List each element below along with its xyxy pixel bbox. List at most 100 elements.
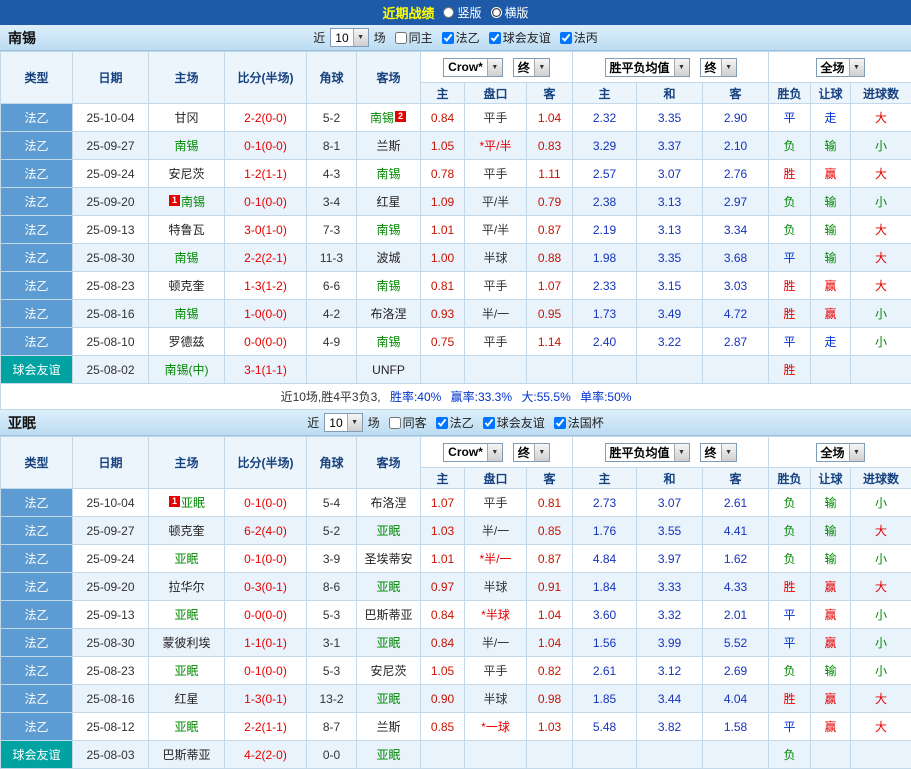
corners-cell: 4-2	[307, 300, 357, 328]
scope-select[interactable]: 全场 ▼	[816, 443, 865, 462]
handicap-cell: 平手	[465, 489, 527, 517]
goals-cell: 小	[851, 629, 911, 657]
avg-draw-cell: 3.99	[637, 629, 703, 657]
league-type-cell: 法乙	[1, 132, 73, 160]
handicap-result-cell: 输	[811, 188, 851, 216]
handicap-result-cell: 赢	[811, 573, 851, 601]
avg-time-select[interactable]: 终 ▼	[700, 443, 737, 462]
home-odds-cell: 1.05	[421, 132, 465, 160]
corners-cell: 5-3	[307, 601, 357, 629]
home-team-name: 红星	[174, 692, 198, 706]
odds-time-select[interactable]: 终 ▼	[513, 443, 550, 462]
filter-same-venue[interactable]: 同客	[389, 414, 427, 431]
score-cell: 0-3(0-1)	[225, 573, 307, 601]
away-odds-cell	[527, 741, 573, 769]
home-team-cell: 1亚眠	[149, 489, 225, 517]
avg-odds-select[interactable]: 胜平负均值 ▼	[605, 58, 690, 77]
over-rate: 大:55.5%	[521, 390, 570, 404]
home-team-cell: 亚眠	[149, 545, 225, 573]
avg-home-cell: 1.98	[573, 244, 637, 272]
avg-away-cell: 4.33	[703, 573, 769, 601]
layout-radio-horizontal[interactable]: 横版	[491, 4, 529, 21]
odds-source-select[interactable]: Crow* ▼	[443, 58, 503, 77]
national3-checkbox[interactable]	[560, 32, 572, 44]
near-label: 近	[313, 29, 325, 46]
ligue2-checkbox[interactable]	[436, 417, 448, 429]
filter-club-friendly[interactable]: 球会友谊	[483, 414, 545, 431]
match-count-select[interactable]: 10 ▼	[324, 413, 362, 432]
odds-time-select[interactable]: 终 ▼	[513, 58, 550, 77]
avg-time-select[interactable]: 终 ▼	[700, 58, 737, 77]
horizontal-radio-input[interactable]	[491, 7, 502, 18]
filter-club-friendly[interactable]: 球会友谊	[489, 29, 551, 46]
score-cell: 1-3(0-1)	[225, 685, 307, 713]
match-row: 法乙25-09-13亚眠0-0(0-0)5-3巴斯蒂亚0.84*半球1.043.…	[1, 601, 911, 629]
corners-cell: 8-6	[307, 573, 357, 601]
avg-odds-select[interactable]: 胜平负均值 ▼	[605, 443, 690, 462]
red-card-badge: 2	[395, 111, 406, 122]
home-odds-cell: 0.84	[421, 104, 465, 132]
filter-ligue2[interactable]: 法乙	[436, 414, 474, 431]
col-header-avg-away: 客	[703, 83, 769, 104]
near-label: 近	[307, 414, 319, 431]
corners-cell: 4-3	[307, 160, 357, 188]
club-friendly-checkbox[interactable]	[489, 32, 501, 44]
col-header-avg-away: 客	[703, 468, 769, 489]
away-team-name: 布洛涅	[370, 496, 406, 510]
page-title: 近期战绩	[382, 3, 434, 22]
team-name: 南锡	[8, 28, 36, 48]
col-header-date: 日期	[73, 437, 149, 489]
goals-cell	[851, 356, 911, 384]
layout-radio-vertical[interactable]: 竖版	[443, 4, 481, 21]
filter-ligue2[interactable]: 法乙	[442, 29, 480, 46]
league-type-cell: 法乙	[1, 601, 73, 629]
score-cell: 6-2(4-0)	[225, 517, 307, 545]
win-rate: 胜率:40%	[390, 390, 441, 404]
home-team-cell: 顿克奎	[149, 517, 225, 545]
away-team-name: 亚眠	[376, 580, 400, 594]
club-friendly-checkbox[interactable]	[483, 417, 495, 429]
scope-select[interactable]: 全场 ▼	[816, 58, 865, 77]
filter-national3[interactable]: 法丙	[560, 29, 598, 46]
result-cell: 胜	[769, 573, 811, 601]
chevron-down-icon: ▼	[487, 59, 502, 76]
result-cell: 胜	[769, 272, 811, 300]
same-venue-checkbox[interactable]	[395, 32, 407, 44]
handicap-cell: *半球	[465, 601, 527, 629]
match-row: 球会友谊25-08-03巴斯蒂亚4-2(2-0)0-0亚眠负	[1, 741, 911, 769]
handicap-cell: 平手	[465, 160, 527, 188]
score-cell: 1-1(0-1)	[225, 629, 307, 657]
home-team-name: 亚眠	[174, 552, 198, 566]
chevron-down-icon: ▼	[849, 59, 864, 76]
avg-away-cell: 2.69	[703, 657, 769, 685]
avg-away-cell: 4.04	[703, 685, 769, 713]
french-cup-checkbox[interactable]	[554, 417, 566, 429]
match-date-cell: 25-09-24	[73, 545, 149, 573]
home-team-name: 亚眠	[174, 608, 198, 622]
away-odds-cell: 1.04	[527, 629, 573, 657]
same-venue-checkbox[interactable]	[389, 417, 401, 429]
home-team-name: 南锡	[174, 251, 198, 265]
away-team-cell: 亚眠	[357, 741, 421, 769]
filter-same-venue[interactable]: 同主	[395, 29, 433, 46]
odds-source-select[interactable]: Crow* ▼	[443, 443, 503, 462]
result-cell: 负	[769, 517, 811, 545]
away-team-name: 南锡	[376, 279, 400, 293]
vertical-radio-input[interactable]	[443, 7, 454, 18]
ligue2-checkbox[interactable]	[442, 32, 454, 44]
away-team-name: 亚眠	[376, 692, 400, 706]
league-type-cell: 法乙	[1, 328, 73, 356]
goals-cell: 大	[851, 160, 911, 188]
away-team-name: 安尼茨	[370, 664, 406, 678]
home-odds-cell: 0.78	[421, 160, 465, 188]
goals-cell: 小	[851, 489, 911, 517]
avg-draw-cell: 3.35	[637, 104, 703, 132]
away-team-name: 圣埃蒂安	[364, 552, 412, 566]
handicap-win-rate: 赢率:33.3%	[451, 390, 512, 404]
filter-french-cup[interactable]: 法国杯	[554, 414, 604, 431]
league-type-cell: 球会友谊	[1, 741, 73, 769]
match-count-select[interactable]: 10 ▼	[330, 28, 368, 47]
checkbox-label: 法国杯	[568, 414, 604, 431]
chevron-down-icon: ▼	[534, 444, 549, 461]
home-team-cell: 甘冈	[149, 104, 225, 132]
